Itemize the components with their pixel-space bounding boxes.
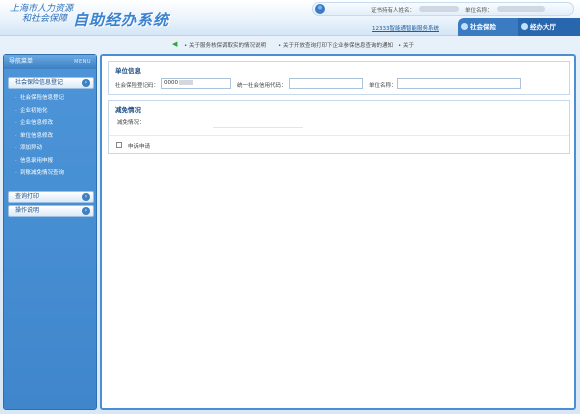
sidebar-section-registration[interactable]: 社会保险信息登记 › <box>8 77 94 89</box>
credit-code-label: 统一社会信用代码： <box>237 83 287 89</box>
unit-info-title: 单位信息 <box>115 67 141 75</box>
tab-social-insurance-label: 社会保险 <box>470 23 496 31</box>
insurance-code-input[interactable]: 0000 <box>161 78 231 89</box>
notice-item[interactable]: • 关于 <box>398 41 414 49</box>
reduction-section: 减免情况 减免情况： 申诉申请 <box>108 100 570 154</box>
tab-service-hall[interactable]: 经办大厅 <box>518 18 580 36</box>
appeal-checkbox[interactable] <box>116 142 122 148</box>
sidebar-section-help[interactable]: 操作说明 › <box>8 205 94 217</box>
unit-name-label: 单位名称： <box>465 8 493 14</box>
credit-code-input[interactable] <box>289 78 363 89</box>
sidebar-item[interactable]: 信息录用申报 <box>8 155 94 168</box>
reduction-status-value <box>213 127 303 128</box>
sidebar-section-print[interactable]: 查询打印 › <box>8 191 94 203</box>
service-system-link[interactable]: 12333智能通智能服务系统 <box>372 24 439 32</box>
chevron-right-icon: › <box>82 193 90 201</box>
unit-info-section: 单位信息 社会保险登记码： 0000 统一社会信用代码： 单位名称： <box>108 61 570 95</box>
sidebar-item[interactable]: 到账减免情况查询 <box>8 167 94 180</box>
logo-line-1: 上海市人力资源 <box>10 4 74 14</box>
sidebar-section-label: 操作说明 <box>15 207 40 214</box>
sidebar-item[interactable]: 企业信息修改 <box>8 117 94 130</box>
sidebar-section-label: 社会保险信息登记 <box>15 79 64 86</box>
app-header: 上海市人力资源 和社会保障 自助经办系统 证书持有人姓名： 单位名称： 1233… <box>0 0 580 36</box>
social-insurance-icon <box>461 23 468 30</box>
notice-arrow-icon: ◀ <box>172 40 178 48</box>
tab-service-hall-label: 经办大厅 <box>530 23 556 31</box>
system-title: 自助经办系统 <box>73 11 170 29</box>
reduction-status-label: 减免情况： <box>117 120 145 126</box>
insurance-code-value: 0000 <box>164 80 178 86</box>
sidebar: 导航菜单 MENU 社会保险信息登记 › 社会保险信息登记 企业初始化 企业信息… <box>3 54 97 410</box>
user-name-value <box>419 6 459 12</box>
tab-social-insurance[interactable]: 社会保险 <box>458 18 518 36</box>
insurance-code-label: 社会保险登记码： <box>115 83 160 89</box>
unit-name-field-label: 单位名称： <box>369 83 397 89</box>
top-tabs: 社会保险 经办大厅 <box>458 18 580 36</box>
unit-name-value <box>497 6 545 12</box>
appeal-label: 申诉申请 <box>128 144 151 150</box>
user-name-label: 证书持有人姓名： <box>371 8 416 14</box>
sidebar-title: 导航菜单 <box>9 58 34 65</box>
notice-bar: ◀ • 关于服务核保调取实的情况说明 • 关于开放查询打印下企业参保信息查询的通… <box>100 40 580 50</box>
divider <box>109 135 569 136</box>
sidebar-item[interactable]: 添加异动 <box>8 142 94 155</box>
chevron-right-icon: › <box>82 79 90 87</box>
user-info-bar: 证书持有人姓名： 单位名称： <box>312 2 574 16</box>
reduction-title: 减免情况 <box>115 106 141 114</box>
sidebar-header: 导航菜单 MENU <box>4 55 96 69</box>
sidebar-item[interactable]: 单位信息修改 <box>8 130 94 143</box>
unit-name-input[interactable] <box>397 78 521 89</box>
service-hall-icon <box>521 23 528 30</box>
sidebar-menu-tag: MENU <box>74 59 91 65</box>
chevron-right-icon: › <box>82 207 90 215</box>
sidebar-section-label: 查询打印 <box>15 193 40 200</box>
notice-item[interactable]: • 关于服务核保调取实的情况说明 <box>184 41 266 49</box>
insurance-code-masked <box>179 80 193 85</box>
notice-item[interactable]: • 关于开放查询打印下企业参保信息查询的通知 <box>278 41 393 49</box>
sidebar-item[interactable]: 企业初始化 <box>8 105 94 118</box>
main-panel: 单位信息 社会保险登记码： 0000 统一社会信用代码： 单位名称： 减免情况 … <box>100 54 576 410</box>
org-logo: 上海市人力资源 和社会保障 <box>10 4 73 24</box>
logo-line-2: 和社会保障 <box>22 14 68 24</box>
user-icon <box>315 4 325 14</box>
sidebar-item[interactable]: 社会保险信息登记 <box>8 92 94 105</box>
sidebar-subitems: 社会保险信息登记 企业初始化 企业信息修改 单位信息修改 添加异动 信息录用申报… <box>8 92 94 180</box>
